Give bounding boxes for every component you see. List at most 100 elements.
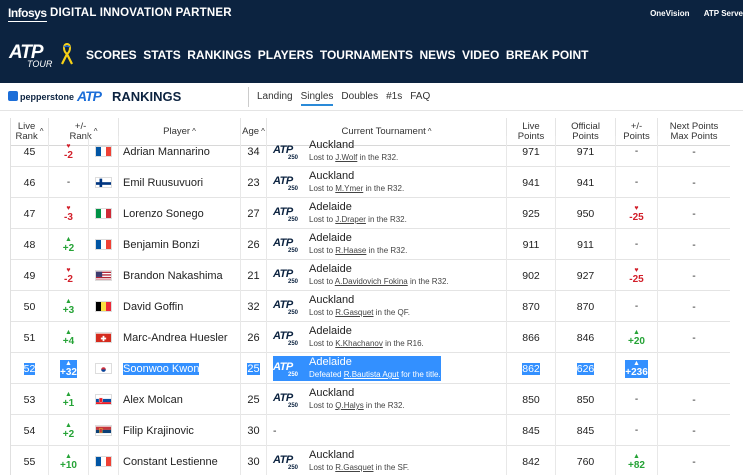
rank-change: -2	[64, 149, 73, 161]
rank-change: +2	[62, 242, 75, 254]
table-row[interactable]: 48 ▲ +2 Benjamin Bonzi 26 ATP 250 Adelaide Lost …	[11, 229, 730, 260]
player-name[interactable]: Marc-Andrea Huesler	[123, 332, 228, 344]
country-flag-icon	[95, 456, 112, 467]
tab-singles[interactable]: Singles	[300, 91, 334, 106]
country-flag-icon	[95, 239, 112, 250]
opponent-link[interactable]: Q.Halys	[335, 401, 363, 410]
opponent-link[interactable]: J.Draper	[335, 215, 366, 224]
rank-up-arrow-icon: ▲	[65, 390, 72, 398]
player-name[interactable]: Benjamin Bonzi	[123, 239, 199, 251]
tournament-city[interactable]: Adelaide	[309, 356, 441, 369]
opponent-link[interactable]: R.Gasquet	[335, 463, 373, 472]
official-points: 911	[577, 238, 594, 251]
tournament-city[interactable]: Adelaide	[309, 263, 449, 276]
live-points: 870	[522, 300, 540, 313]
player-age: 27	[247, 207, 260, 220]
rank-up-arrow-icon: ▲	[65, 421, 72, 429]
atp-tour-logo[interactable]: ATP TOUR	[9, 42, 59, 69]
tournament-city[interactable]: Auckland	[309, 449, 409, 462]
atp-serve-link[interactable]: ATP Serve	[704, 9, 743, 18]
official-points: 941	[576, 176, 595, 189]
match-result: Lost to R.Gasquet in the SF.	[309, 463, 410, 472]
rank-up-arrow-icon: ▲	[65, 297, 72, 305]
live-points: 925	[522, 207, 540, 220]
player-age: 21	[247, 269, 260, 282]
table-row[interactable]: 46 - Emil Ruusuvuori 23 ATP 250 Auckland Lost t…	[11, 167, 730, 198]
table-row[interactable]: 52 ▲ +32 Soonwoo Kwon 25 ATP 250 Adelaide Defeat…	[11, 353, 730, 384]
nav-players[interactable]: PLAYERS	[258, 48, 314, 62]
next-max-points: -	[692, 176, 696, 189]
tab-faq[interactable]: FAQ	[410, 91, 430, 102]
atp-250-logo: ATP 250	[273, 267, 299, 285]
match-result: Lost to K.Khachanov in the R16.	[309, 339, 424, 348]
player-name[interactable]: Constant Lestienne	[123, 456, 218, 468]
atp-250-logo: ATP 250	[273, 329, 299, 347]
infosys-logo[interactable]: Infosys	[8, 6, 47, 22]
live-rank: 47	[23, 207, 36, 220]
onevision-link[interactable]: OneVision	[650, 9, 689, 18]
tournament-city[interactable]: Auckland	[309, 294, 410, 307]
country-flag-icon	[95, 425, 112, 436]
tab-landing[interactable]: Landing	[257, 91, 293, 102]
nav-video[interactable]: VIDEO	[462, 48, 499, 62]
rankings-title: RANKINGS	[112, 89, 182, 104]
opponent-link[interactable]: R.Bautista Agut	[344, 370, 399, 379]
nav-rankings[interactable]: RANKINGS	[187, 48, 251, 62]
next-max-points: -	[692, 300, 696, 313]
tournament-city[interactable]: Auckland	[309, 387, 405, 400]
player-age: 32	[247, 300, 260, 313]
opponent-link[interactable]: A.Davidovich Fokina	[335, 277, 408, 286]
rank-change: -	[66, 177, 71, 188]
country-flag-icon	[95, 363, 112, 374]
live-points: 862	[522, 362, 540, 375]
nav-stats[interactable]: STATS	[143, 48, 181, 62]
player-name[interactable]: Filip Krajinovic	[123, 425, 194, 437]
nav-scores[interactable]: SCORES	[86, 48, 137, 62]
table-row[interactable]: 45 ♥ -2 Adrian Mannarino 34 ATP 250 Auckland Los…	[11, 136, 730, 167]
rank-change: +2	[62, 428, 75, 440]
match-result: Lost to M.Ymer in the R32.	[309, 184, 405, 193]
country-flag-icon	[95, 177, 112, 188]
rank-up-arrow-icon: ▲	[65, 328, 72, 336]
next-max-points: -	[692, 424, 696, 437]
live-rank: 55	[23, 455, 36, 468]
table-row[interactable]: 53 ▲ +1 Alex Molcan 25 ATP 250 Auckland Lost to …	[11, 384, 730, 415]
table-row[interactable]: 55 ▲ +10 Constant Lestienne 30 ATP 250 Auckland…	[11, 446, 730, 475]
nav-break-point[interactable]: BREAK POINT	[506, 48, 589, 62]
table-row[interactable]: 49 ♥ -2 Brandon Nakashima 21 ATP 250 Adelaide Lo…	[11, 260, 730, 291]
official-points: 626	[576, 362, 595, 375]
table-row[interactable]: 47 ♥ -3 Lorenzo Sonego 27 ATP 250 Adelaide Lost …	[11, 198, 730, 229]
opponent-link[interactable]: M.Ymer	[335, 184, 363, 193]
atp-rankings-logo: ATP	[77, 88, 102, 104]
tournament-city[interactable]: Adelaide	[309, 325, 424, 338]
nav-tournaments[interactable]: TOURNAMENTS	[320, 48, 413, 62]
opponent-link[interactable]: R.Haase	[335, 246, 366, 255]
opponent-link[interactable]: K.Khachanov	[335, 339, 383, 348]
live-rank: 54	[23, 424, 36, 437]
rank-up-arrow-icon: ▲	[65, 452, 72, 460]
points-down-arrow-icon: ♥	[634, 266, 639, 274]
player-name[interactable]: Alex Molcan	[123, 394, 183, 406]
points-up-arrow-icon: ▲	[633, 359, 640, 367]
tournament-city[interactable]: Adelaide	[309, 232, 407, 245]
tab-number-ones[interactable]: #1s	[386, 91, 402, 102]
player-name[interactable]: Lorenzo Sonego	[123, 208, 204, 220]
tab-doubles[interactable]: Doubles	[341, 91, 378, 102]
player-name[interactable]: David Goffin	[123, 301, 183, 313]
rank-down-arrow-icon: ♥	[66, 204, 71, 212]
tournament-city[interactable]: Adelaide	[309, 201, 407, 214]
player-name[interactable]: Soonwoo Kwon	[123, 362, 200, 375]
player-name[interactable]: Adrian Mannarino	[123, 146, 210, 158]
tournament-city[interactable]: Auckland	[309, 170, 404, 183]
points-change: -	[634, 239, 639, 250]
table-row[interactable]: 54 ▲ +2 Filip Krajinovic 30-845 845- -	[11, 415, 730, 446]
table-row[interactable]: 51 ▲ +4 Marc-Andrea Huesler 26 ATP 250 Adelaide…	[11, 322, 730, 353]
live-rank: 45	[23, 145, 36, 158]
tournament-city[interactable]: Auckland	[309, 139, 398, 152]
opponent-link[interactable]: J.Wolf	[335, 153, 357, 162]
player-name[interactable]: Brandon Nakashima	[123, 270, 223, 282]
table-row[interactable]: 50 ▲ +3 David Goffin 32 ATP 250 Auckland Lost to…	[11, 291, 730, 322]
nav-news[interactable]: NEWS	[419, 48, 455, 62]
opponent-link[interactable]: R.Gasquet	[335, 308, 373, 317]
player-name[interactable]: Emil Ruusuvuori	[123, 177, 203, 189]
